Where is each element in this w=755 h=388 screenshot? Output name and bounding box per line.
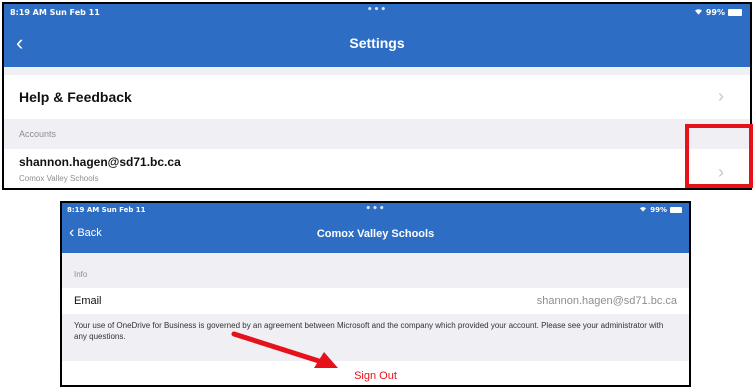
battery-icon: [670, 207, 682, 213]
info-section-header: Info: [74, 270, 88, 279]
multitask-dots: •••: [366, 5, 388, 15]
battery-percent: 99%: [705, 8, 725, 17]
account-note: Your use of OneDrive for Business is gov…: [74, 321, 664, 341]
battery-icon: [728, 9, 742, 16]
status-bar: 8:19 AM Sun Feb 11 ••• 99%: [4, 4, 750, 20]
status-time-date: 8:19 AM Sun Feb 11: [67, 206, 146, 214]
accounts-section-header: Accounts: [19, 129, 57, 139]
email-value: shannon.hagen@sd71.bc.ca: [536, 295, 677, 307]
chevron-right-icon: ›: [718, 86, 724, 106]
account-organization: Comox Valley Schools: [19, 174, 99, 183]
email-row: Email shannon.hagen@sd71.bc.ca: [62, 288, 689, 314]
page-title: Comox Valley Schools: [316, 228, 435, 240]
settings-screenshot: 8:19 AM Sun Feb 11 ••• 99% ‹ Settings He…: [2, 2, 752, 190]
nav-bar: ‹ Back Comox Valley Schools: [62, 217, 689, 253]
arrow-annotation-icon: [231, 331, 338, 368]
wifi-icon: [694, 8, 703, 17]
help-feedback-row[interactable]: Help & Feedback ›: [4, 75, 750, 119]
status-right: 99%: [694, 8, 742, 17]
page-title: Settings: [349, 35, 405, 51]
status-bar: 8:19 AM Sun Feb 11 ••• 99%: [62, 203, 689, 217]
email-label: Email: [74, 295, 102, 307]
battery-percent: 99%: [650, 206, 667, 214]
nav-bar: ‹ Settings: [4, 20, 750, 67]
multitask-dots: •••: [365, 204, 386, 214]
wifi-icon: [639, 206, 647, 214]
status-time-date: 8:19 AM Sun Feb 11: [10, 8, 100, 17]
sign-out-button[interactable]: Sign Out: [62, 361, 689, 385]
account-email: shannon.hagen@sd71.bc.ca: [19, 155, 181, 169]
highlight-box-annotation: [685, 124, 753, 188]
account-details-screenshot: 8:19 AM Sun Feb 11 ••• 99% ‹ Back Comox …: [60, 201, 691, 387]
status-right: 99%: [639, 206, 682, 214]
account-row[interactable]: shannon.hagen@sd71.bc.ca Comox Valley Sc…: [4, 149, 750, 188]
sign-out-label: Sign Out: [354, 370, 397, 382]
help-feedback-label: Help & Feedback: [19, 89, 132, 105]
